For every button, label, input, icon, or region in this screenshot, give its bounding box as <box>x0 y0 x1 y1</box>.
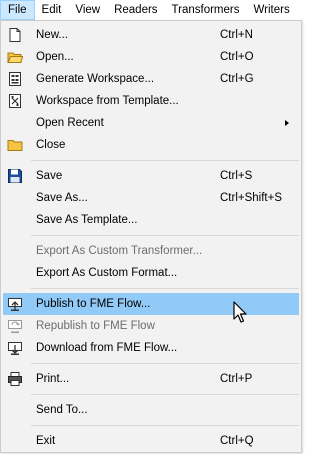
menu-item-label: Download from FME Flow... <box>36 342 178 354</box>
close-folder-icon <box>7 140 23 151</box>
menu-item-download-fme-flow[interactable]: Download from FME Flow... <box>3 337 299 359</box>
menu-item-label: Exit <box>36 435 56 447</box>
menu-item-new[interactable]: New... Ctrl+N <box>3 24 299 46</box>
template-icon <box>9 94 21 108</box>
menu-item-publish-fme-flow[interactable]: Publish to FME Flow... <box>3 293 299 315</box>
menu-item-label: New... <box>36 29 68 41</box>
menubar-view[interactable]: View <box>68 0 107 20</box>
menu-item-generate-workspace[interactable]: Generate Workspace... Ctrl+G <box>3 68 299 90</box>
menu-item-label: Export As Custom Transformer... <box>36 245 203 257</box>
submenu-arrow-icon <box>285 120 289 126</box>
menu-item-label: Open... <box>36 51 74 63</box>
publish-icon <box>8 298 22 311</box>
menu-item-label: Open Recent <box>36 117 104 129</box>
menu-item-shortcut: Ctrl+S <box>220 170 253 182</box>
menubar-writers[interactable]: Writers <box>247 0 297 20</box>
menubar-transformers[interactable]: Transformers <box>165 0 247 20</box>
menu-separator <box>31 363 299 364</box>
menu-item-save-as[interactable]: Save As... Ctrl+Shift+S <box>3 187 299 209</box>
menu-item-shortcut: Ctrl+Shift+S <box>220 192 282 204</box>
print-icon <box>8 372 22 386</box>
menu-item-label: Save As Template... <box>36 214 138 226</box>
save-icon <box>8 169 22 183</box>
menu-item-label: Generate Workspace... <box>36 73 155 85</box>
menu-item-label: Export As Custom Format... <box>36 267 178 279</box>
menu-item-label: Publish to FME Flow... <box>36 298 151 310</box>
file-menu-dropdown: New... Ctrl+N Open... Ctrl+O Generate Wo… <box>0 20 302 453</box>
menu-item-save-as-template[interactable]: Save As Template... <box>3 209 299 231</box>
menu-item-close[interactable]: Close <box>3 134 299 156</box>
menu-separator <box>31 235 299 236</box>
mouse-cursor-icon <box>233 301 247 323</box>
new-file-icon <box>9 28 21 42</box>
menu-separator <box>31 160 299 161</box>
generate-workspace-icon <box>9 72 21 86</box>
menu-item-shortcut: Ctrl+N <box>220 29 253 41</box>
menu-item-export-custom-format[interactable]: Export As Custom Format... <box>3 262 299 284</box>
menu-item-label: Save <box>36 170 63 182</box>
menu-separator <box>31 288 299 289</box>
menu-item-shortcut: Ctrl+Q <box>220 435 254 447</box>
menu-separator <box>31 425 299 426</box>
menu-item-shortcut: Ctrl+G <box>220 73 254 85</box>
menu-item-workspace-from-template[interactable]: Workspace from Template... <box>3 90 299 112</box>
download-icon <box>8 342 22 355</box>
menu-bar: File Edit View Readers Transformers Writ… <box>0 0 303 21</box>
menu-item-label: Print... <box>36 373 70 385</box>
menu-item-save[interactable]: Save Ctrl+S <box>3 165 299 187</box>
open-folder-icon <box>7 52 23 63</box>
menu-item-shortcut: Ctrl+P <box>220 373 253 385</box>
menu-item-open[interactable]: Open... Ctrl+O <box>3 46 299 68</box>
menu-item-open-recent[interactable]: Open Recent <box>3 112 299 134</box>
menubar-readers[interactable]: Readers <box>107 0 164 20</box>
menu-item-label: Save As... <box>36 192 88 204</box>
menu-item-label: Close <box>36 139 66 151</box>
menu-item-exit[interactable]: Exit Ctrl+Q <box>3 430 299 452</box>
menu-item-republish-fme-flow: Republish to FME Flow <box>3 315 299 337</box>
menu-item-print[interactable]: Print... Ctrl+P <box>3 368 299 390</box>
menubar-file[interactable]: File <box>0 0 35 20</box>
menu-item-label: Workspace from Template... <box>36 95 179 107</box>
menu-item-send-to[interactable]: Send To... <box>3 399 299 421</box>
menu-item-label: Send To... <box>36 404 88 416</box>
menu-item-label: Republish to FME Flow <box>36 320 155 332</box>
menu-item-export-custom-transformer: Export As Custom Transformer... <box>3 240 299 262</box>
menu-separator <box>31 394 299 395</box>
republish-icon <box>8 320 22 333</box>
menu-item-shortcut: Ctrl+O <box>220 51 254 63</box>
menubar-edit[interactable]: Edit <box>35 0 69 20</box>
